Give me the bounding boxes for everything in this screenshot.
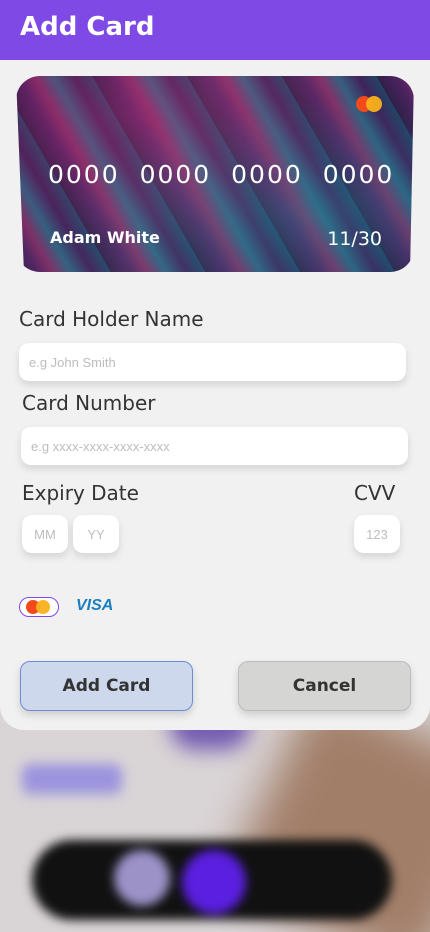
page-title: Add Card bbox=[20, 12, 155, 42]
cvv-label: CVV bbox=[354, 481, 396, 505]
background-nav-button bbox=[182, 850, 246, 914]
background-nav-bar bbox=[32, 840, 392, 920]
header: Add Card bbox=[0, 0, 430, 60]
visa-option[interactable]: VISA bbox=[76, 597, 113, 615]
expiry-date-label: Expiry Date bbox=[22, 481, 139, 505]
expiry-year-input[interactable] bbox=[73, 515, 119, 553]
add-card-button[interactable]: Add Card bbox=[20, 661, 193, 711]
cancel-button[interactable]: Cancel bbox=[238, 661, 411, 711]
cvv-input[interactable] bbox=[354, 515, 400, 553]
card-number-label: Card Number bbox=[22, 391, 156, 415]
card-expiry-display: 11/30 bbox=[327, 228, 382, 250]
card-holder-input[interactable] bbox=[19, 343, 406, 381]
card-number-input[interactable] bbox=[21, 427, 408, 465]
background-nav-button bbox=[114, 850, 170, 906]
mastercard-option[interactable] bbox=[19, 597, 59, 617]
expiry-month-input[interactable] bbox=[22, 515, 68, 553]
mastercard-icon bbox=[356, 96, 382, 112]
background-chip bbox=[22, 764, 122, 794]
card-holder-display: Adam White bbox=[50, 228, 160, 247]
card-preview: 0000 0000 0000 0000 Adam White 11/30 bbox=[16, 76, 414, 272]
card-number-display: 0000 0000 0000 0000 bbox=[48, 160, 395, 189]
add-card-sheet: 0000 0000 0000 0000 Adam White 11/30 Car… bbox=[0, 60, 430, 730]
card-holder-label: Card Holder Name bbox=[19, 307, 204, 331]
